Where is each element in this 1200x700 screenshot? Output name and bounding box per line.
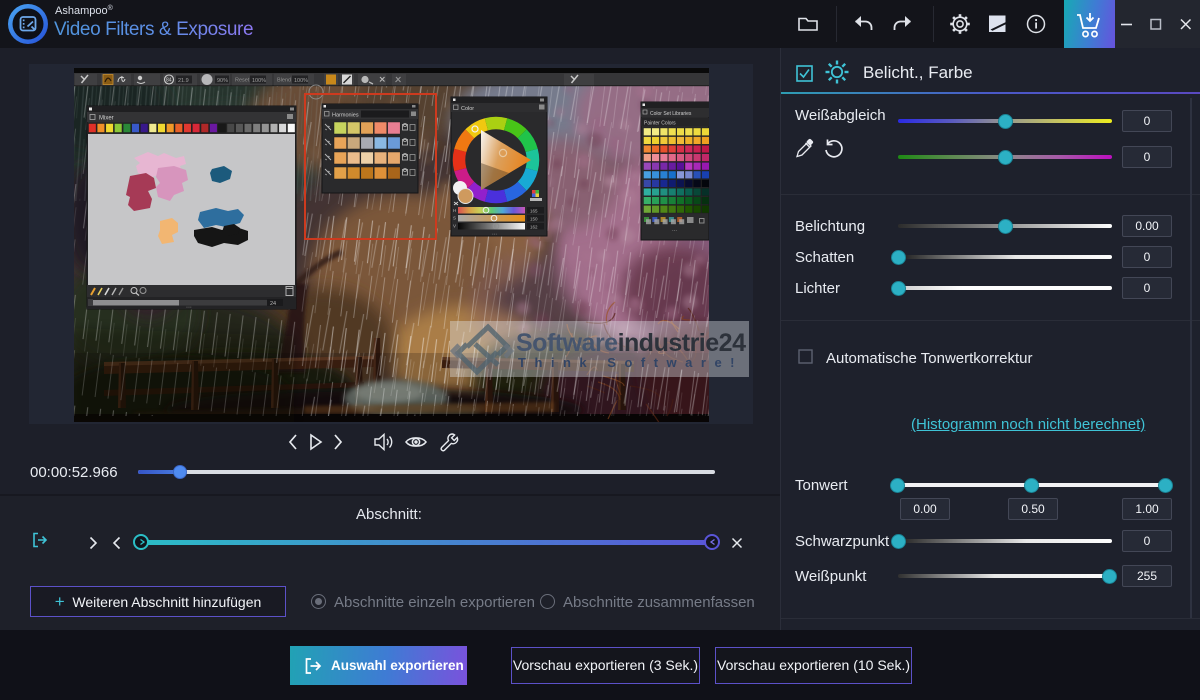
svg-text:150: 150 xyxy=(530,216,538,221)
svg-text:24: 24 xyxy=(270,301,276,307)
svg-text:...: ... xyxy=(186,303,192,310)
svg-text:Reset: Reset xyxy=(235,78,250,84)
svg-text:Blend: Blend xyxy=(277,78,291,84)
svg-text:...: ... xyxy=(492,231,497,237)
svg-text:Harmonies: Harmonies xyxy=(332,113,359,119)
svg-text:H: H xyxy=(453,208,456,213)
svg-text:S: S xyxy=(453,216,456,221)
svg-text:84: 84 xyxy=(166,78,172,84)
svg-text:165: 165 xyxy=(530,208,538,213)
svg-text:100%: 100% xyxy=(294,78,308,84)
svg-text:Mixer: Mixer xyxy=(99,116,114,122)
svg-text:Color: Color xyxy=(461,106,474,112)
svg-text:100%: 100% xyxy=(252,78,266,84)
svg-text:V: V xyxy=(453,224,456,229)
svg-text:90%: 90% xyxy=(217,78,228,84)
svg-text:Painter Colors: Painter Colors xyxy=(644,121,676,127)
svg-text:...: ... xyxy=(672,227,677,233)
svg-text:21.9: 21.9 xyxy=(178,78,189,84)
svg-text:162: 162 xyxy=(530,224,538,229)
svg-text:Color Set Libraries: Color Set Libraries xyxy=(650,111,692,117)
